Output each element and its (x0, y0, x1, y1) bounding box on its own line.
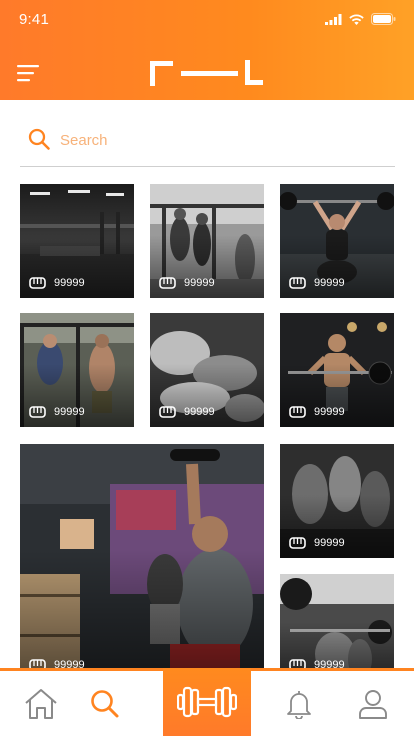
battery-icon (371, 13, 396, 25)
status-icons (325, 13, 396, 25)
status-bar: 9:41 (0, 0, 414, 40)
bottom-nav (0, 668, 414, 736)
feed-tile[interactable]: 99999 (20, 313, 134, 427)
fist-bump-icon (289, 406, 306, 418)
fist-bump-icon (159, 277, 176, 289)
like-count: 99999 (29, 275, 85, 290)
profile-icon (359, 689, 387, 719)
like-count: 99999 (289, 535, 345, 550)
feed-tile[interactable]: 99999 (280, 444, 394, 558)
feed-tile[interactable]: 99999 (280, 313, 394, 427)
like-count-value: 99999 (314, 276, 345, 289)
hamburger-menu-icon[interactable] (17, 62, 41, 84)
wifi-icon (349, 14, 364, 25)
app-header: 9:41 (0, 0, 414, 100)
nav-home[interactable] (13, 671, 69, 736)
search-icon (28, 128, 50, 150)
search-input[interactable] (60, 128, 380, 152)
bell-icon (287, 690, 311, 719)
fist-bump-icon (289, 277, 306, 289)
fist-bump-icon (29, 277, 46, 289)
feed-tile[interactable]: 99999 (20, 184, 134, 298)
dumbbell-icon (177, 686, 237, 718)
like-count-value: 99999 (54, 405, 85, 418)
fist-bump-icon (289, 537, 306, 549)
search-icon (91, 689, 119, 717)
fist-bump-icon (29, 406, 46, 418)
feed-tile-featured[interactable]: 99999 (20, 444, 264, 680)
like-count-value: 99999 (184, 405, 215, 418)
like-count: 99999 (289, 404, 345, 419)
like-count: 99999 (159, 275, 215, 290)
home-icon (25, 688, 57, 719)
brand-logo (150, 60, 263, 86)
like-count-value: 99999 (184, 276, 215, 289)
nav-profile[interactable] (345, 671, 401, 736)
like-count: 99999 (159, 404, 215, 419)
feed-tile[interactable]: 99999 (280, 184, 394, 298)
like-count-value: 99999 (314, 536, 345, 549)
nav-workouts[interactable] (163, 668, 251, 736)
like-count-value: 99999 (54, 276, 85, 289)
nav-search[interactable] (77, 671, 133, 736)
like-count: 99999 (289, 275, 345, 290)
feed-tile[interactable]: 99999 (150, 313, 264, 427)
search-bar (20, 124, 395, 167)
like-count-value: 99999 (314, 405, 345, 418)
feed-tile[interactable]: 99999 (150, 184, 264, 298)
fist-bump-icon (159, 406, 176, 418)
like-count: 99999 (29, 404, 85, 419)
signal-icon (325, 13, 342, 25)
status-time: 9:41 (19, 11, 49, 28)
nav-notifications[interactable] (271, 671, 327, 736)
feed-tile[interactable]: 99999 (280, 574, 394, 680)
